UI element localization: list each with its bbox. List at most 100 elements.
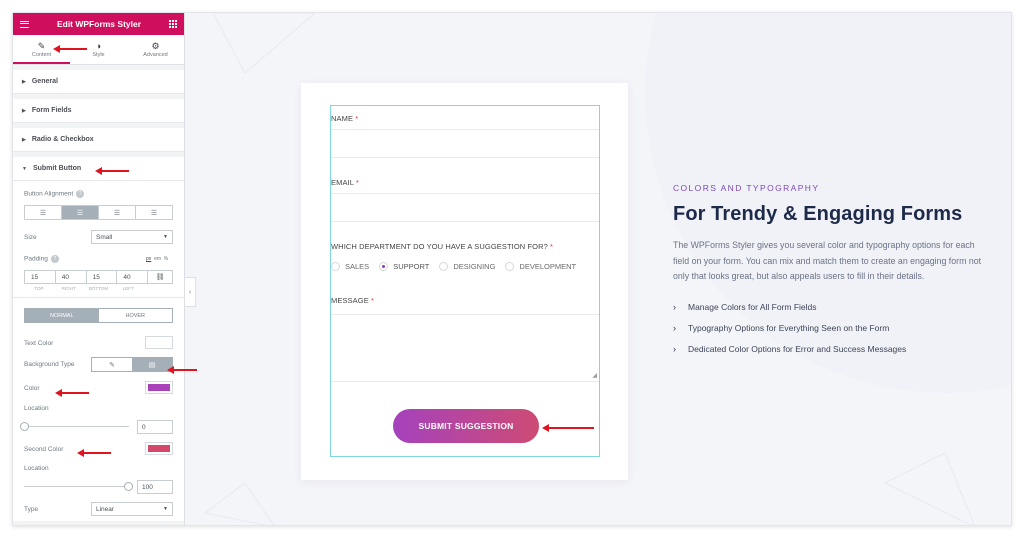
slider-handle[interactable] (20, 422, 29, 431)
pencil-icon: ✎ (37, 41, 46, 51)
gradient-icon: ▤ (148, 361, 156, 369)
padding-bottom-input[interactable]: 15 (85, 270, 117, 284)
color-swatch-fill (148, 384, 170, 391)
padding-label: Padding? (24, 255, 59, 263)
section-title: General (31, 78, 58, 85)
list-item: › Typography Options for Everything Seen … (673, 323, 890, 333)
apps-grid-icon[interactable] (168, 20, 177, 28)
location-input[interactable]: 0 (137, 420, 173, 434)
alignment-label: Button Alignment? (24, 190, 85, 198)
radio-sales[interactable]: SALES (331, 262, 369, 271)
help-icon[interactable]: ? (50, 255, 59, 263)
radio-button-icon (439, 262, 449, 271)
background-type-label: Background Type (24, 361, 75, 368)
link-values-button[interactable]: ⛓ (147, 270, 173, 284)
gradient-type-select[interactable]: Linear ▼ (91, 502, 173, 516)
email-input[interactable] (331, 193, 599, 222)
list-item: › Dedicated Color Options for Error and S… (673, 344, 907, 354)
annotation-arrow (542, 424, 594, 432)
name-field-label: NAME * (331, 114, 359, 123)
text-color-swatch[interactable] (145, 336, 173, 349)
section-submit-button: ▼ Submit Button Button Alignment? ☰ ☰ ☰ … (13, 157, 184, 521)
color-swatch[interactable] (145, 381, 173, 394)
size-label: Size (24, 234, 37, 241)
name-input[interactable] (331, 129, 599, 158)
caret-right-icon: ▶ (22, 107, 26, 114)
tab-label: Content (31, 52, 52, 58)
unit-px[interactable]: px (146, 256, 151, 262)
submit-suggestion-button[interactable]: SUBMIT SUGGESTION (393, 409, 539, 443)
caret-right-icon: ▶ (22, 78, 26, 85)
location2-label: Location (24, 465, 49, 472)
section-radio-checkbox[interactable]: ▶ Radio & Checkbox (13, 128, 184, 152)
unit-percent[interactable]: % (164, 256, 168, 262)
align-left-icon: ☰ (39, 209, 47, 217)
tab-label: Advanced (143, 52, 168, 58)
radio-button-icon (505, 262, 515, 271)
message-field-label: MESSAGE * (331, 296, 375, 305)
gear-icon: ⚙ (151, 41, 160, 51)
second-color-swatch-fill (148, 445, 170, 452)
bg-gradient-button[interactable]: ▤ (132, 358, 172, 371)
brush-icon: ✎ (109, 361, 115, 369)
resize-handle-icon[interactable]: ◢ (592, 372, 597, 379)
padding-right-sublabel: RIGHT (61, 286, 76, 291)
message-textarea[interactable]: ◢ (331, 314, 599, 382)
tab-hover[interactable]: HOVER (98, 309, 172, 322)
size-value: Small (96, 233, 113, 241)
chevron-right-icon: › (673, 302, 676, 312)
chevron-down-icon: ▼ (163, 234, 168, 240)
chevron-down-icon: ▼ (163, 506, 168, 512)
unit-em[interactable]: em (154, 256, 161, 262)
half-circle-icon: ◑ (95, 41, 102, 51)
preview-canvas: NAME * EMAIL * WHICH DEPARTMENT DO YOU H… (185, 13, 1011, 525)
location-slider[interactable] (20, 422, 129, 431)
padding-left-input[interactable]: 40 (116, 270, 148, 284)
section-title: Radio & Checkbox (31, 136, 94, 143)
align-center-button[interactable]: ☰ (62, 206, 99, 219)
editor-sidebar: Edit WPForms Styler ✎ Content ◑ Style ⚙ … (13, 13, 185, 525)
padding-right-input[interactable]: 40 (54, 270, 86, 284)
align-right-button[interactable]: ☰ (99, 206, 136, 219)
radio-development[interactable]: DEVELOPMENT (505, 262, 576, 271)
align-justify-button[interactable]: ☰ (136, 206, 172, 219)
text-color-label: Text Color (24, 340, 54, 347)
radio-button-icon (331, 262, 340, 271)
bg-classic-button[interactable]: ✎ (92, 358, 132, 371)
padding-sublabels: TOP RIGHT BOTTOM LEFT (24, 286, 173, 291)
padding-bottom-sublabel: BOTTOM (88, 286, 109, 291)
tab-advanced[interactable]: ⚙ Advanced (127, 35, 184, 64)
align-left-button[interactable]: ☰ (25, 206, 62, 219)
annotation-arrow (167, 366, 197, 374)
section-form-fields[interactable]: ▶ Form Fields (13, 99, 184, 123)
list-item: › Manage Colors for All Form Fields (673, 302, 817, 312)
radio-designing[interactable]: DESIGNING (439, 262, 495, 271)
tab-normal[interactable]: NORMAL (25, 309, 99, 322)
slider-handle[interactable] (124, 482, 133, 491)
divider (13, 297, 184, 298)
size-select[interactable]: Small ▼ (91, 230, 173, 244)
padding-top-input[interactable]: 15 (24, 270, 55, 284)
chevron-right-icon: › (673, 323, 676, 333)
location2-slider[interactable] (24, 482, 133, 491)
second-color-swatch[interactable] (145, 442, 173, 455)
chevron-right-icon: › (673, 344, 676, 354)
annotation-arrow (53, 45, 87, 53)
tab-label: Style (92, 52, 105, 58)
second-color-label: Second Color (24, 446, 64, 453)
menu-icon[interactable] (20, 20, 29, 28)
align-right-icon: ☰ (113, 209, 121, 217)
radio-support[interactable]: SUPPORT (379, 262, 429, 271)
section-title: Form Fields (31, 107, 72, 114)
panel-title: Edit WPForms Styler (56, 19, 142, 29)
align-center-icon: ☰ (76, 209, 84, 217)
location2-input[interactable]: 100 (137, 480, 173, 494)
section-title: Submit Button (32, 165, 82, 172)
location-label: Location (24, 405, 49, 412)
color-label: Color (24, 385, 40, 392)
feature-copy: COLORS AND TYPOGRAPHY For Trendy & Engag… (673, 183, 991, 360)
section-general[interactable]: ▶ General (13, 70, 184, 94)
help-icon[interactable]: ? (76, 190, 85, 198)
app-window: Edit WPForms Styler ✎ Content ◑ Style ⚙ … (12, 12, 1012, 526)
submit-controls: Button Alignment? ☰ ☰ ☰ ☰ Size Small ▼ P… (13, 181, 184, 521)
